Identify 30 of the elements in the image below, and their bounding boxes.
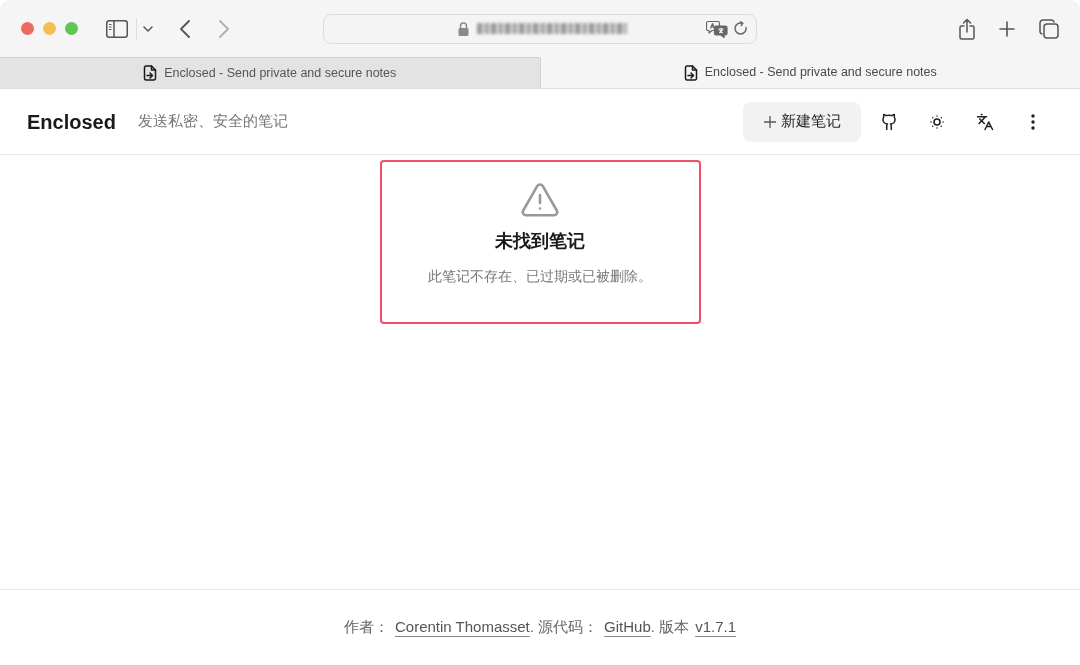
new-note-button[interactable]: 新建笔记 [743,101,861,142]
close-window-icon[interactable] [21,22,34,35]
tab-overview-icon[interactable] [1039,18,1059,39]
notice-title: 未找到笔记 [495,230,585,253]
browser-tab[interactable]: Enclosed - Send private and secure notes [540,57,1080,88]
browser-tab[interactable]: Enclosed - Send private and secure notes [0,57,541,88]
chevron-down-icon[interactable] [143,25,153,32]
footer-link[interactable]: GitHub [604,618,651,636]
plus-icon[interactable] [999,20,1015,37]
address-bar[interactable] [323,13,757,44]
footer-credits: 作者： Corentin Thomasset. 源代码： GitHub. 版本 v1.7.1 [343,617,736,638]
notice-message: 此笔记不存在、已过期或已被删除。 [428,267,652,286]
sun-icon [928,112,946,131]
translate-icon [976,112,994,131]
app-logo-text[interactable]: Enclosed [27,106,116,137]
sidebar-icon[interactable] [106,19,128,38]
reload-icon[interactable] [734,21,748,36]
translate-icon[interactable] [706,19,728,38]
lock-icon [458,21,469,36]
document-arrow-icon [683,64,698,81]
more-vertical-icon [1031,113,1035,130]
back-icon[interactable] [180,19,190,38]
share-icon[interactable] [959,17,975,40]
github-icon [880,112,898,131]
app-tagline: 发送私密、安全的笔记 [137,111,288,132]
warning-icon [521,183,559,217]
footer-link[interactable]: v1.7.1 [695,618,736,636]
footer-link[interactable]: Corentin Thomasset [394,618,530,636]
document-arrow-icon [143,65,158,81]
plus-icon [763,115,776,128]
